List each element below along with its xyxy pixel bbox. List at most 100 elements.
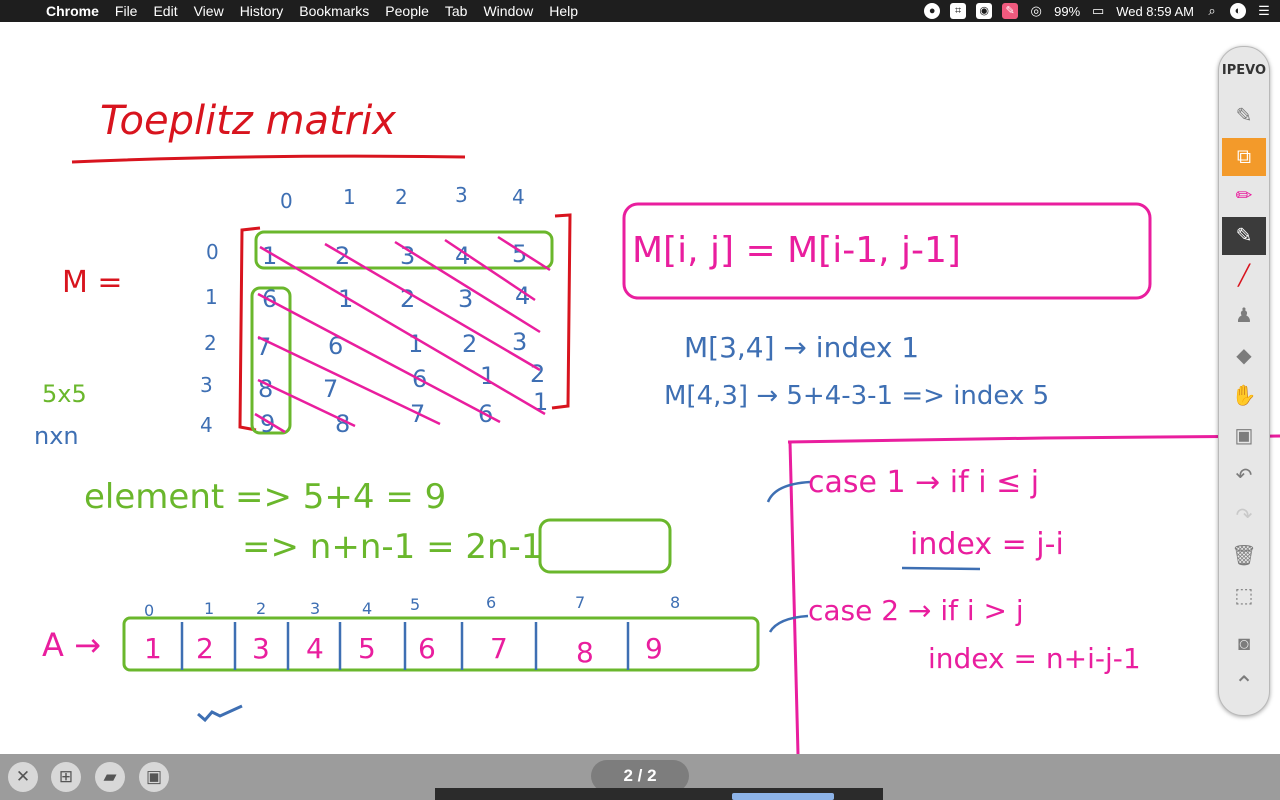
case-2-index: index = n+i-j-1 (928, 642, 1141, 675)
camera-icon[interactable]: ◙ (1222, 625, 1266, 663)
search-icon[interactable]: ⌕ (1204, 3, 1220, 19)
array-values: 1 2 3 4 5 6 7 8 9 (144, 632, 663, 669)
matrix-name: M = (62, 265, 123, 300)
array-value: 4 (306, 632, 324, 665)
menu-edit[interactable]: Edit (145, 0, 185, 22)
toolbox-icon[interactable]: ▣ (1222, 417, 1266, 455)
array-index: 5 (410, 595, 420, 614)
array-value: 6 (418, 632, 436, 665)
menu-view[interactable]: View (186, 0, 232, 22)
close-icon[interactable]: ✕ (8, 762, 38, 792)
new-page-icon[interactable]: ⊞ (51, 762, 81, 792)
array-indices: 0 1 2 3 4 5 6 7 8 (144, 593, 680, 620)
cell: 7 (323, 375, 338, 403)
eye-icon[interactable]: ◎ (1028, 3, 1044, 19)
col-index: 2 (395, 185, 408, 209)
array-value: 3 (252, 632, 270, 665)
cell: 8 (258, 375, 273, 403)
case1-bracket (766, 480, 811, 503)
hand-icon[interactable]: ✋ (1222, 377, 1266, 415)
case-1: case 1 → if i ≤ j (808, 465, 1039, 500)
pen-icon[interactable]: ✎ (1222, 217, 1266, 255)
array-value: 2 (196, 632, 214, 665)
camera-icon[interactable]: ◉ (976, 3, 993, 19)
col-index: 4 (512, 185, 525, 209)
array-index: 1 (204, 599, 214, 618)
row-index: 1 (205, 285, 218, 309)
pen-icon[interactable]: ✎ (1002, 3, 1019, 19)
elements-line-1: element => 5+4 = 9 (84, 477, 446, 517)
brand-logo: IPEVO (1221, 63, 1267, 78)
whiteboard-select-icon[interactable]: ⧉ (1222, 138, 1266, 176)
title-underline (71, 154, 466, 164)
whiteboard-drawing: Toeplitz matrix M = 0 1 2 3 4 0 1 2 3 4 … (34, 98, 1280, 754)
menu-help[interactable]: Help (541, 0, 586, 22)
elements-line-2: => n+n-1 = 2n-1 (242, 527, 542, 567)
example-2: M[4,3] → 5+4-3-1 => index 5 (664, 381, 1049, 411)
col-index: 1 (343, 185, 356, 209)
array-label: A → (42, 626, 101, 664)
array-value: 8 (576, 636, 594, 669)
column-indices: 0 1 2 3 4 (280, 183, 525, 213)
formula-box: M[i, j] = M[i-1, j-1] (632, 230, 961, 271)
highlighter-icon[interactable]: ✏ (1222, 177, 1266, 215)
size-label: 5x5 (42, 380, 87, 408)
cases-left-border (788, 441, 800, 754)
redo-icon[interactable]: ↷ (1222, 497, 1266, 535)
menu-file[interactable]: File (107, 0, 146, 22)
row-index: 3 (200, 373, 213, 397)
case-1-index: index = j-i (910, 527, 1064, 562)
scribble-tool-icon[interactable]: ✎ (1222, 97, 1266, 135)
array-value: 1 (144, 632, 162, 665)
menu-history[interactable]: History (232, 0, 292, 22)
array-dividers (180, 622, 630, 670)
open-folder-icon[interactable]: ▰ (95, 762, 125, 792)
menu-tab[interactable]: Tab (437, 0, 476, 22)
menu-app-name[interactable]: Chrome (38, 0, 107, 22)
col-index: 3 (455, 183, 468, 207)
line-icon[interactable]: ╱ (1222, 257, 1266, 295)
cases-top-border (787, 434, 1280, 444)
result-box (538, 518, 672, 574)
dock-active-item[interactable] (732, 793, 834, 800)
array-index: 8 (670, 593, 680, 612)
array-index: 3 (310, 599, 320, 618)
array-value: 9 (645, 632, 663, 665)
battery-icon[interactable]: ▭ (1090, 3, 1106, 19)
undo-icon[interactable]: ↶ (1222, 457, 1266, 495)
case-2: case 2 → if i > j (808, 594, 1024, 627)
matrix-right-bracket (551, 213, 572, 410)
title: Toeplitz matrix (100, 98, 396, 144)
menu-bookmarks[interactable]: Bookmarks (291, 0, 377, 22)
cell: 2 (462, 330, 477, 358)
annotation-toolbar: IPEVO ✎ ⧉ ✏ ✎ ╱ ♟ ◆ ✋ ▣ ↶ ↷ 🗑 ⬚ ◙ ⌃ (1218, 46, 1270, 716)
save-icon[interactable]: ▣ (139, 762, 169, 792)
siri-icon[interactable]: ◐ (1230, 3, 1246, 19)
array-index: 0 (144, 601, 154, 620)
trash-icon[interactable]: 🗑 (1222, 537, 1266, 575)
menu-window[interactable]: Window (475, 0, 541, 22)
stamp-icon[interactable]: ♟ (1222, 297, 1266, 335)
array-index: 6 (486, 593, 496, 612)
example-1: M[3,4] → index 1 (684, 331, 919, 364)
collapse-chevron-icon[interactable]: ⌃ (1222, 667, 1266, 705)
eraser-icon[interactable]: ◆ (1222, 337, 1266, 375)
case1-underline (901, 566, 981, 571)
capture-settings-icon[interactable]: ⬚ (1222, 577, 1266, 615)
checkmark (197, 704, 243, 723)
case2-bracket (768, 614, 809, 633)
size-general: nxn (34, 422, 79, 450)
row-index: 4 (200, 413, 213, 437)
array-index: 7 (575, 593, 585, 612)
whiteboard-canvas[interactable]: Toeplitz matrix M = 0 1 2 3 4 0 1 2 3 4 … (0, 22, 1280, 754)
row-index: 2 (204, 331, 217, 355)
status-area: ● ⌗ ◉ ✎ ◎ 99% ▭ Wed 8:59 AM ⌕ ◐ ☰ (924, 0, 1272, 22)
array-frame (122, 616, 760, 672)
record-icon[interactable]: ● (924, 3, 941, 19)
menu-people[interactable]: People (377, 0, 437, 22)
clock[interactable]: Wed 8:59 AM (1116, 4, 1194, 19)
crop-icon[interactable]: ⌗ (950, 3, 967, 19)
bottom-bar: ✕ ⊞ ▰ ▣ 2 / 2 (0, 754, 1280, 800)
list-icon[interactable]: ☰ (1256, 3, 1272, 19)
cell: 2 (335, 242, 350, 270)
